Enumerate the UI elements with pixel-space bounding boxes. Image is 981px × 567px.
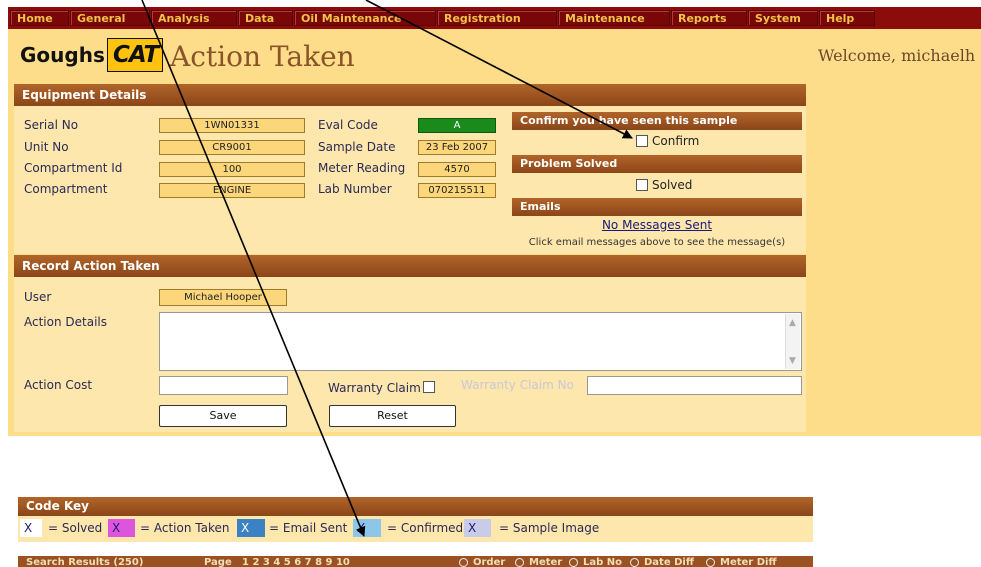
annotation-arrows bbox=[141, 0, 633, 537]
arrow-to-confirmed-key bbox=[141, 0, 366, 537]
arrow-to-confirm-checkbox bbox=[365, 0, 633, 139]
